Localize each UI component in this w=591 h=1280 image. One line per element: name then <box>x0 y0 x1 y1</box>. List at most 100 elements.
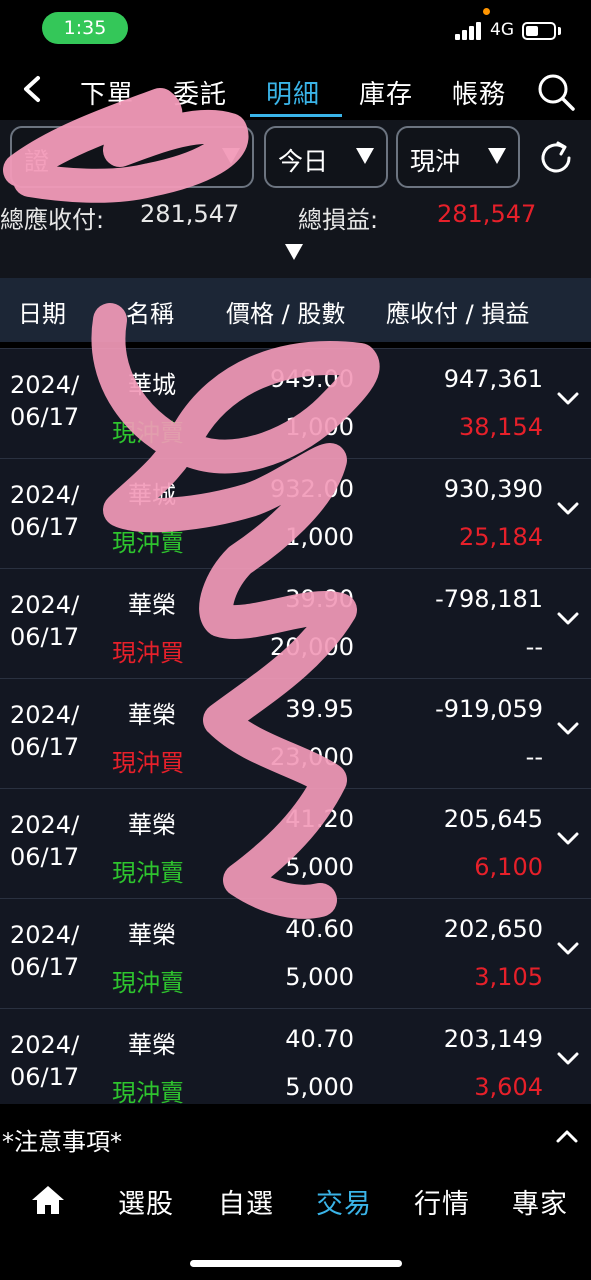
chevron-down-icon[interactable] <box>556 611 580 627</box>
chevron-left-icon[interactable] <box>16 72 50 106</box>
trade-amount: 202,650 <box>443 915 543 943</box>
account-select[interactable]: 證 <box>10 126 254 188</box>
status-bar: 1:35 4G <box>0 0 591 60</box>
filter-bar: 證 今日 現沖 總應收付: 281,547 總損益: 281,547 <box>0 120 591 280</box>
table-row[interactable]: 2024/06/17 華城 現沖賣 949.00 1,000 947,361 3… <box>0 348 591 458</box>
column-header-date: 日期 <box>18 300 66 328</box>
trade-date: 2024/06/17 <box>10 481 80 541</box>
chevron-down-icon[interactable] <box>556 941 580 957</box>
trade-pnl: 25,184 <box>459 523 543 551</box>
table-row[interactable]: 2024/06/17 華榮 現沖買 39.95 23,000 -919,059 … <box>0 678 591 788</box>
chevron-down-icon[interactable] <box>556 391 580 407</box>
trade-price: 40.70 <box>285 1025 354 1053</box>
trade-date: 2024/06/17 <box>10 1031 80 1091</box>
trade-side: 現沖賣 <box>112 419 184 447</box>
trade-qty: 23,000 <box>270 743 354 771</box>
stock-name: 華榮 <box>128 701 176 729</box>
date-select-value: 今日 <box>278 147 329 176</box>
trade-date: 2024/06/17 <box>10 701 80 761</box>
total-receivable-value: 281,547 <box>140 200 240 228</box>
bottom-nav-watchlist[interactable]: 自選 <box>218 1182 274 1221</box>
total-pnl-label: 總損益: <box>298 206 379 234</box>
trade-qty: 1,000 <box>285 523 354 551</box>
trade-pnl: -- <box>525 633 543 661</box>
chevron-up-icon[interactable] <box>555 1128 579 1144</box>
table-row[interactable]: 2024/06/17 華榮 現沖賣 41.20 5,000 205,645 6,… <box>0 788 591 898</box>
home-icon[interactable] <box>30 1184 66 1216</box>
stock-name: 華城 <box>128 481 176 509</box>
date-select[interactable]: 今日 <box>264 126 388 188</box>
trade-date: 2024/06/17 <box>10 921 80 981</box>
trade-side: 現沖買 <box>112 749 184 777</box>
expand-summary-icon[interactable] <box>285 244 303 260</box>
trade-price: 41.20 <box>285 805 354 833</box>
trade-price: 40.60 <box>285 915 354 943</box>
bottom-nav-stock-picker[interactable]: 選股 <box>118 1182 174 1221</box>
notice-label: *注意事項* <box>2 1128 122 1156</box>
caret-down-icon <box>488 148 506 164</box>
stock-name: 華城 <box>128 371 176 399</box>
chevron-down-icon[interactable] <box>556 1051 580 1067</box>
trade-qty: 5,000 <box>285 853 354 881</box>
stock-name: 華榮 <box>128 921 176 949</box>
network-type: 4G <box>490 20 514 40</box>
bottom-nav-market[interactable]: 行情 <box>414 1182 470 1221</box>
bottom-nav-expert[interactable]: 專家 <box>512 1182 568 1221</box>
active-tab-indicator <box>250 114 342 117</box>
notice-bar[interactable]: *注意事項* <box>0 1104 591 1168</box>
trade-amount: -919,059 <box>435 695 543 723</box>
type-select-value: 現沖 <box>410 147 461 176</box>
table-row[interactable]: 2024/06/17 華榮 現沖賣 40.70 5,000 203,149 3,… <box>0 1008 591 1104</box>
table-header: 日期 名稱 價格 / 股數 應收付 / 損益 <box>0 278 591 342</box>
account-select-value: 證 <box>24 147 50 176</box>
trade-price: 949.00 <box>270 365 354 393</box>
tab-details[interactable]: 明細 <box>266 74 320 111</box>
trade-pnl: -- <box>525 743 543 771</box>
chevron-down-icon[interactable] <box>556 831 580 847</box>
total-pnl-value: 281,547 <box>437 200 537 228</box>
caret-down-icon <box>356 148 374 164</box>
chevron-down-icon[interactable] <box>556 501 580 517</box>
trade-qty: 20,000 <box>270 633 354 661</box>
bottom-nav-trade[interactable]: 交易 <box>316 1182 372 1221</box>
trade-amount: 203,149 <box>443 1025 543 1053</box>
tab-accounting[interactable]: 帳務 <box>452 74 506 111</box>
table-row[interactable]: 2024/06/17 華榮 現沖賣 40.60 5,000 202,650 3,… <box>0 898 591 1008</box>
trade-date: 2024/06/17 <box>10 811 80 871</box>
tab-entrust[interactable]: 委託 <box>173 74 227 111</box>
stock-name: 華榮 <box>128 1031 176 1059</box>
trade-list: 2024/06/17 華城 現沖賣 949.00 1,000 947,361 3… <box>0 348 591 1104</box>
tab-order[interactable]: 下單 <box>80 74 134 111</box>
trade-pnl: 38,154 <box>459 413 543 441</box>
column-header-amount-pnl: 應收付 / 損益 <box>386 300 530 328</box>
chevron-down-icon[interactable] <box>556 721 580 737</box>
trade-qty: 5,000 <box>285 963 354 991</box>
trade-side: 現沖賣 <box>112 859 184 887</box>
status-time: 1:35 <box>42 12 128 44</box>
column-header-price-qty: 價格 / 股數 <box>226 300 346 328</box>
stock-name: 華榮 <box>128 811 176 839</box>
battery-icon <box>522 22 556 40</box>
trade-price: 39.95 <box>285 695 354 723</box>
trade-amount: 930,390 <box>443 475 543 503</box>
trade-price: 932.00 <box>270 475 354 503</box>
trade-side: 現沖買 <box>112 639 184 667</box>
stock-name: 華榮 <box>128 591 176 619</box>
trade-side: 現沖賣 <box>112 969 184 997</box>
cellular-signal-icon <box>455 22 483 40</box>
caret-down-icon <box>222 148 240 164</box>
trade-side: 現沖賣 <box>112 529 184 557</box>
privacy-indicator-icon <box>483 8 490 15</box>
type-select[interactable]: 現沖 <box>396 126 520 188</box>
search-icon[interactable] <box>536 72 576 112</box>
trade-pnl: 3,604 <box>474 1073 543 1101</box>
refresh-icon[interactable] <box>536 138 576 178</box>
column-header-name: 名稱 <box>126 300 174 328</box>
table-row[interactable]: 2024/06/17 華城 現沖賣 932.00 1,000 930,390 2… <box>0 458 591 568</box>
trade-amount: -798,181 <box>435 585 543 613</box>
top-nav: 下單 委託 明細 庫存 帳務 <box>0 62 591 118</box>
home-indicator[interactable] <box>190 1260 402 1267</box>
battery-cap <box>558 27 561 35</box>
tab-inventory[interactable]: 庫存 <box>359 74 413 111</box>
table-row[interactable]: 2024/06/17 華榮 現沖買 39.90 20,000 -798,181 … <box>0 568 591 678</box>
